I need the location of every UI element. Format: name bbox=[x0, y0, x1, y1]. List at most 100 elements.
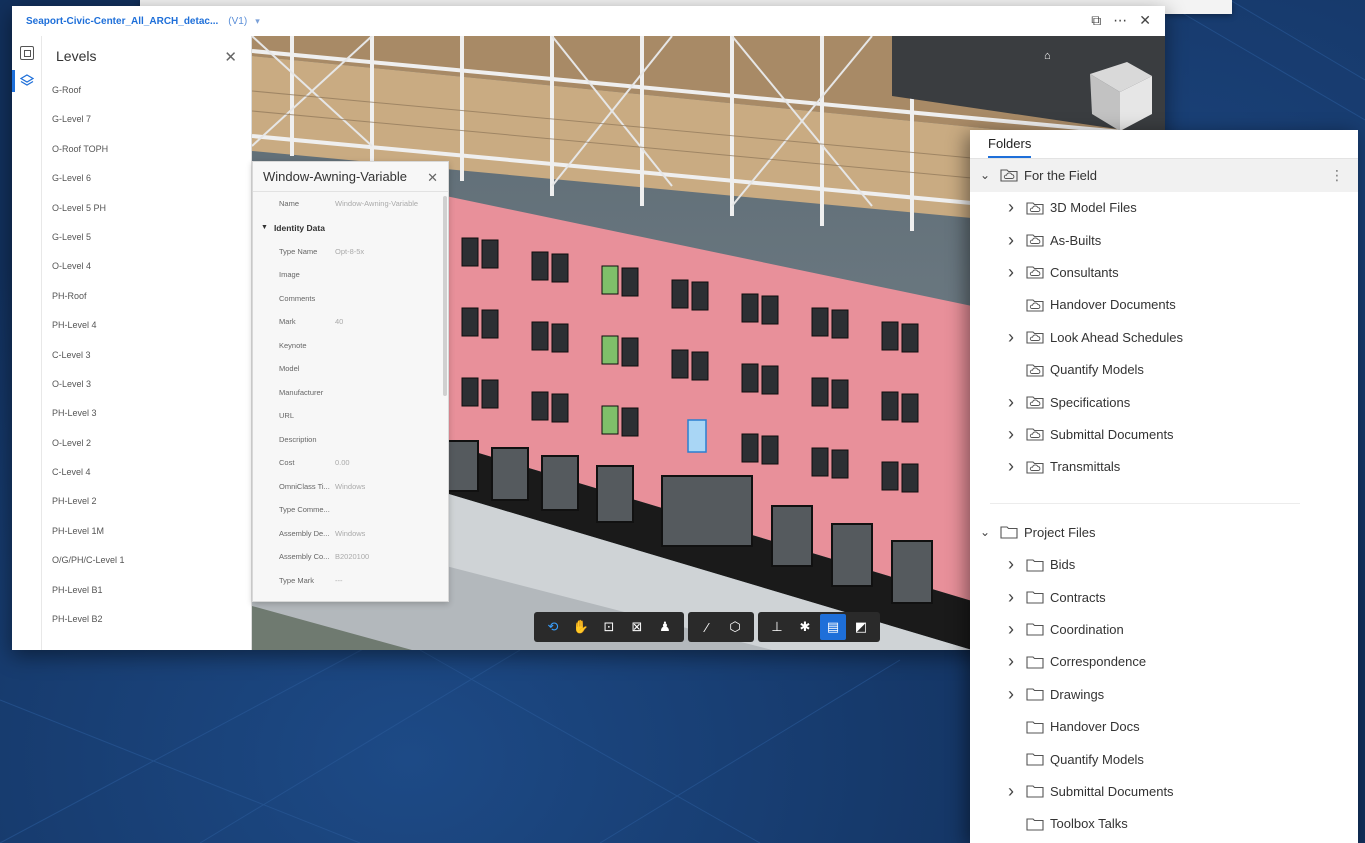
measure-icon[interactable]: ⁄ bbox=[694, 614, 720, 640]
folder-label: Consultants bbox=[1050, 264, 1119, 280]
folder-item[interactable]: › Correspondence bbox=[970, 646, 1358, 679]
folder-item[interactable]: › As-Builts bbox=[970, 224, 1358, 257]
chevron-right-icon[interactable]: › bbox=[1004, 262, 1018, 283]
pan-icon[interactable]: ✋ bbox=[568, 614, 594, 640]
folder-icon bbox=[1026, 687, 1044, 701]
folder-item[interactable]: › 3D Model Files bbox=[970, 191, 1358, 224]
level-item[interactable]: PH-Level B1 bbox=[42, 576, 251, 605]
property-key: Name bbox=[279, 199, 300, 209]
folder-item[interactable]: › Transmittals bbox=[970, 451, 1358, 484]
property-row: Comments bbox=[253, 287, 448, 311]
close-icon[interactable]: ✕ bbox=[224, 48, 237, 66]
cloud-folder-icon bbox=[1026, 233, 1044, 247]
levels-panel: Levels ✕ G-Roof G-Level 7 O-Roof TOPH G-Lev… bbox=[42, 36, 252, 650]
folder-item[interactable]: Quantify Models bbox=[970, 743, 1358, 776]
level-item[interactable]: PH-Level 2 bbox=[42, 487, 251, 516]
level-item[interactable]: G-Level 5 bbox=[42, 223, 251, 252]
model-browser-icon[interactable]: ⊥ bbox=[764, 614, 790, 640]
folder-item[interactable]: › Bids bbox=[970, 548, 1358, 581]
folder-item[interactable]: › Contracts bbox=[970, 581, 1358, 614]
close-icon[interactable]: ✕ bbox=[427, 170, 438, 186]
level-item[interactable]: C-Level 4 bbox=[42, 458, 251, 487]
level-item[interactable]: PH-Level 4 bbox=[42, 311, 251, 340]
property-key: Assembly Co... bbox=[279, 552, 330, 562]
property-row: Assembly De... Windows bbox=[253, 522, 448, 546]
folder-item[interactable]: Handover Documents bbox=[970, 289, 1358, 322]
folder-item[interactable]: › Submittal Documents bbox=[970, 418, 1358, 451]
orbit-icon[interactable]: ⟲ bbox=[540, 614, 566, 640]
level-item[interactable]: O-Level 5 PH bbox=[42, 194, 251, 223]
level-item[interactable]: C-Level 3 bbox=[42, 341, 251, 370]
chevron-right-icon[interactable]: › bbox=[1004, 619, 1018, 640]
chevron-down-icon[interactable]: ▾ bbox=[255, 16, 260, 27]
folder-icon bbox=[1026, 784, 1044, 798]
property-key: Model bbox=[279, 364, 300, 374]
chevron-right-icon[interactable]: › bbox=[1004, 392, 1018, 413]
group-label: Identity Data bbox=[273, 222, 325, 233]
active-indicator bbox=[12, 70, 15, 92]
folder-item[interactable]: Quantify Models bbox=[970, 353, 1358, 386]
model-icon[interactable] bbox=[20, 46, 34, 60]
level-item[interactable]: G-Roof bbox=[42, 76, 251, 105]
chevron-down-icon[interactable]: ⌄ bbox=[978, 525, 992, 539]
level-item[interactable]: O-Level 2 bbox=[42, 429, 251, 458]
property-value: Window-Awning-Variable bbox=[335, 199, 419, 209]
level-item[interactable]: PH-Roof bbox=[42, 282, 251, 311]
settings-icon[interactable]: ✱ bbox=[792, 614, 818, 640]
chevron-right-icon[interactable]: › bbox=[1004, 684, 1018, 705]
fit-to-view-icon[interactable]: ⊡ bbox=[596, 614, 622, 640]
properties-scrollbar[interactable] bbox=[443, 196, 447, 396]
chevron-down-icon[interactable]: ⌄ bbox=[978, 168, 992, 182]
property-row: Description bbox=[253, 428, 448, 452]
chevron-right-icon[interactable]: › bbox=[1004, 424, 1018, 445]
folder-item[interactable]: › Drawings bbox=[970, 678, 1358, 711]
level-item[interactable]: O-Level 3 bbox=[42, 370, 251, 399]
folder-item[interactable]: › Specifications bbox=[970, 386, 1358, 419]
level-item[interactable]: PH-Level 1M bbox=[42, 517, 251, 546]
folder-label: Submittal Documents bbox=[1050, 783, 1174, 799]
level-item[interactable]: O/G/PH/C-Level 1 bbox=[42, 546, 251, 575]
more-options-icon[interactable]: ⋮ bbox=[1330, 167, 1344, 184]
folder-item[interactable]: › Consultants bbox=[970, 256, 1358, 289]
section-box-icon[interactable]: ⬡ bbox=[722, 614, 748, 640]
more-options-icon[interactable]: ⋯ bbox=[1113, 12, 1127, 29]
chevron-right-icon[interactable]: › bbox=[1004, 587, 1018, 608]
folder-item[interactable]: › Submittal Documents bbox=[970, 775, 1358, 808]
chevron-right-icon[interactable]: › bbox=[1004, 230, 1018, 251]
folder-label: Quantify Models bbox=[1050, 751, 1144, 767]
folder-item[interactable]: › Look Ahead Schedules bbox=[970, 321, 1358, 354]
folder-item[interactable]: › Coordination bbox=[970, 613, 1358, 646]
folder-for-the-field[interactable]: ⌄ For the Field ⋮ bbox=[970, 159, 1358, 192]
level-item[interactable]: G-Level 7 bbox=[42, 105, 251, 134]
folder-project-files[interactable]: ⌄ Project Files bbox=[970, 516, 1358, 549]
properties-icon[interactable]: ▤ bbox=[820, 614, 846, 640]
level-item[interactable]: G-Level 6 bbox=[42, 164, 251, 193]
chevron-right-icon[interactable]: › bbox=[1004, 651, 1018, 672]
chevron-right-icon[interactable]: › bbox=[1004, 554, 1018, 575]
folder-item[interactable]: Toolbox Talks bbox=[970, 808, 1358, 841]
document-title[interactable]: Seaport-Civic-Center_All_ARCH_detac... bbox=[26, 16, 218, 27]
chevron-right-icon[interactable]: › bbox=[1004, 327, 1018, 348]
level-item[interactable]: PH-Level 3 bbox=[42, 399, 251, 428]
first-person-icon[interactable]: ♟ bbox=[652, 614, 678, 640]
tab-folders[interactable]: Folders bbox=[988, 136, 1032, 158]
layers-icon[interactable] bbox=[19, 74, 35, 88]
compare-icon[interactable]: ⧉ bbox=[1091, 12, 1101, 29]
level-item[interactable]: O-Roof TOPH bbox=[42, 135, 251, 164]
close-icon[interactable]: ✕ bbox=[1139, 12, 1151, 29]
level-item[interactable]: O-Level 4 bbox=[42, 252, 251, 281]
chevron-right-icon[interactable]: › bbox=[1004, 456, 1018, 477]
chevron-right-icon[interactable]: › bbox=[1004, 197, 1018, 218]
level-item[interactable]: PH-Level B2 bbox=[42, 605, 251, 634]
version-label[interactable]: (V1) bbox=[228, 16, 247, 27]
home-icon[interactable]: ⌂ bbox=[1044, 50, 1051, 62]
folder-item[interactable]: Handover Docs bbox=[970, 710, 1358, 743]
zoom-window-icon[interactable]: ⊠ bbox=[624, 614, 650, 640]
property-row: Keynote bbox=[253, 334, 448, 358]
folder-label: Look Ahead Schedules bbox=[1050, 329, 1183, 345]
property-group-identity[interactable]: ▼ Identity Data bbox=[253, 216, 448, 240]
chevron-right-icon[interactable]: › bbox=[1004, 781, 1018, 802]
folder-icon bbox=[1000, 525, 1018, 539]
fullscreen-icon[interactable]: ◩ bbox=[848, 614, 874, 640]
property-row: Assembly Co... B2020100 bbox=[253, 545, 448, 569]
